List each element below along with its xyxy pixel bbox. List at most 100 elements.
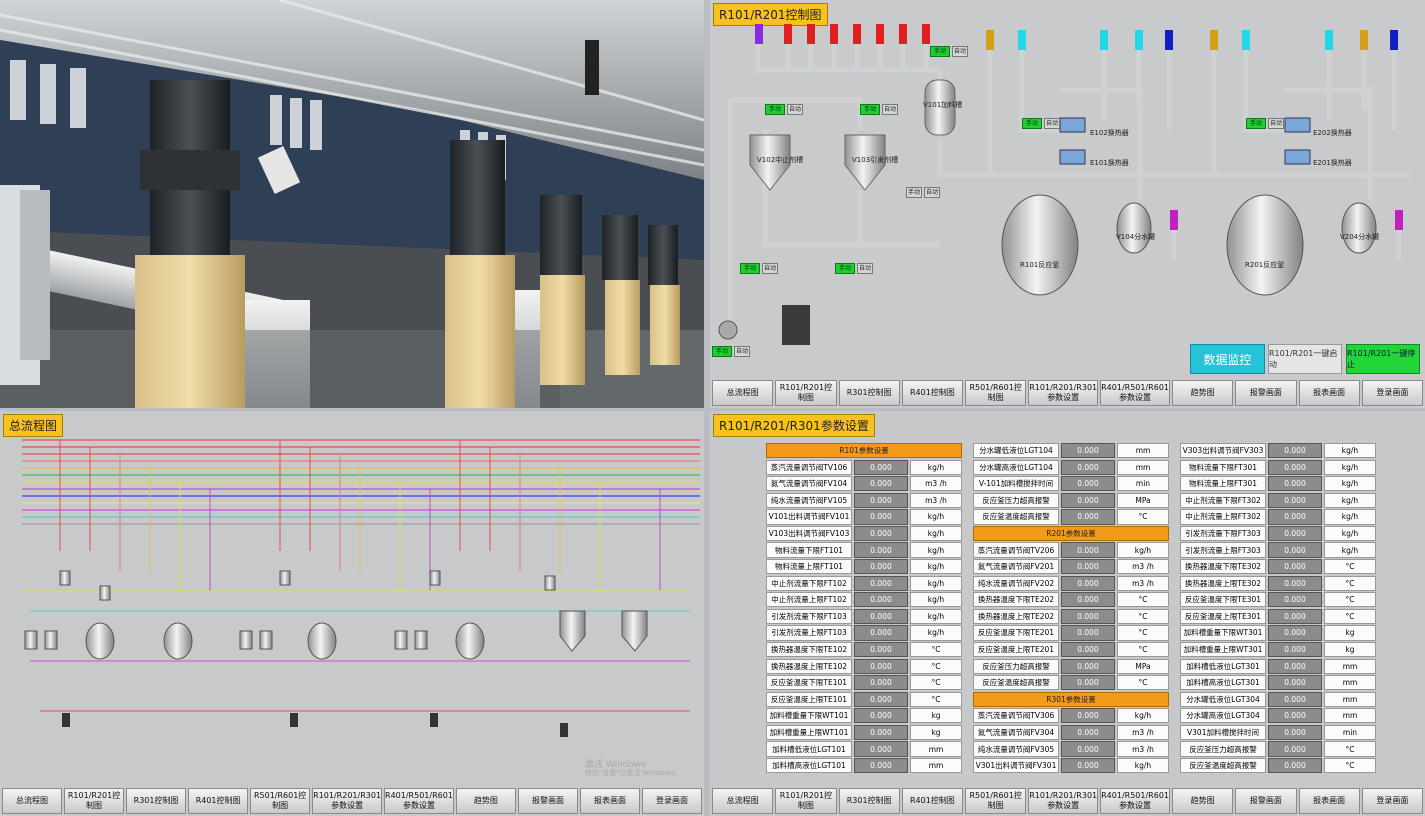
nav-login[interactable]: 登录画面 [642,788,703,814]
nav-param-r101-r301[interactable]: R101/R201/R301 参数设置 [1028,788,1099,814]
param-value-input[interactable]: 0.000 [1061,509,1115,525]
hand-button[interactable]: 手动 [906,187,922,198]
param-value-input[interactable]: 0.000 [854,459,908,475]
auto-button[interactable]: 自动 [787,104,803,115]
nav-login[interactable]: 登录画面 [1361,380,1423,406]
auto-button[interactable]: 自动 [762,263,778,274]
hand-button[interactable]: 手动 [712,346,732,357]
param-value-input[interactable]: 0.000 [1061,675,1115,691]
nav-r101-r201-control[interactable]: R101/R201控制图 [64,788,125,814]
param-value-input[interactable]: 0.000 [854,575,908,591]
param-value-input[interactable]: 0.000 [1061,542,1115,558]
nav-alarm[interactable]: 报警画面 [517,788,578,814]
nav-param-r401-r601[interactable]: R401/R501/R601 参数设置 [1100,380,1170,406]
param-value-input[interactable]: 0.000 [854,741,908,757]
param-value-input[interactable]: 0.000 [854,509,908,525]
param-value-input[interactable]: 0.000 [854,492,908,508]
param-value-input[interactable]: 0.000 [1268,525,1322,542]
param-value-input[interactable]: 0.000 [854,542,908,558]
auto-button[interactable]: 自动 [1044,118,1060,129]
param-value-input[interactable]: 0.000 [1268,592,1322,608]
param-value-input[interactable]: 0.000 [1061,459,1115,475]
nav-r101-r201-control[interactable]: R101/R201控制图 [775,380,837,406]
param-value-input[interactable]: 0.000 [1061,492,1115,508]
one-key-stop-button[interactable]: R101/R201一键停止 [1346,344,1420,374]
hand-button[interactable]: 手动 [740,263,760,274]
param-value-input[interactable]: 0.000 [1268,658,1322,674]
param-value-input[interactable]: 0.000 [1061,724,1115,741]
auto-button[interactable]: 自动 [734,346,750,357]
param-value-input[interactable]: 0.000 [854,592,908,608]
param-value-input[interactable]: 0.000 [1061,741,1115,757]
one-key-start-button[interactable]: R101/R201一键启动 [1268,344,1342,374]
nav-login[interactable]: 登录画面 [1361,788,1423,814]
nav-r401-control[interactable]: R401控制图 [188,788,249,814]
nav-r501-r601-control[interactable]: R501/R601控制图 [965,788,1027,814]
param-value-input[interactable]: 0.000 [854,708,908,724]
param-value-input[interactable]: 0.000 [1268,443,1322,459]
param-value-input[interactable]: 0.000 [1268,575,1322,591]
auto-button[interactable]: 自动 [882,104,898,115]
param-value-input[interactable]: 0.000 [1061,575,1115,591]
hand-button[interactable]: 手动 [930,46,950,57]
param-value-input[interactable]: 0.000 [1061,757,1115,774]
nav-trend[interactable]: 趋势图 [1172,380,1234,406]
param-value-input[interactable]: 0.000 [1268,509,1322,525]
hand-button[interactable]: 手动 [1246,118,1266,129]
param-value-input[interactable]: 0.000 [1268,625,1322,641]
param-value-input[interactable]: 0.000 [1061,592,1115,608]
param-value-input[interactable]: 0.000 [1268,708,1322,724]
param-value-input[interactable]: 0.000 [1268,476,1322,492]
param-value-input[interactable]: 0.000 [1061,476,1115,492]
param-value-input[interactable]: 0.000 [854,476,908,492]
nav-trend[interactable]: 趋势图 [455,788,516,814]
param-value-input[interactable]: 0.000 [1268,608,1322,624]
param-value-input[interactable]: 0.000 [1268,741,1322,757]
param-value-input[interactable]: 0.000 [854,608,908,624]
nav-r501-r601-control[interactable]: R501/R601控制图 [250,788,311,814]
param-value-input[interactable]: 0.000 [854,757,908,774]
param-value-input[interactable]: 0.000 [1061,708,1115,724]
nav-r401-control[interactable]: R401控制图 [901,788,963,814]
nav-param-r401-r601[interactable]: R401/R501/R601 参数设置 [384,788,454,814]
param-value-input[interactable]: 0.000 [854,625,908,641]
nav-r401-control[interactable]: R401控制图 [901,380,963,406]
param-value-input[interactable]: 0.000 [854,641,908,658]
nav-param-r101-r301[interactable]: R101/R201/R301 参数设置 [1028,380,1099,406]
auto-button[interactable]: 自动 [952,46,968,57]
hand-button[interactable]: 手动 [765,104,785,115]
auto-button[interactable]: 自动 [857,263,873,274]
nav-param-r101-r301[interactable]: R101/R201/R301 参数设置 [312,788,383,814]
param-value-input[interactable]: 0.000 [854,658,908,674]
hand-button[interactable]: 手动 [1022,118,1042,129]
param-value-input[interactable]: 0.000 [1061,641,1115,658]
param-value-input[interactable]: 0.000 [1268,641,1322,658]
nav-trend[interactable]: 趋势图 [1172,788,1234,814]
nav-r301-control[interactable]: R301控制图 [838,380,900,406]
param-value-input[interactable]: 0.000 [1268,542,1322,558]
param-value-input[interactable]: 0.000 [1061,625,1115,641]
param-value-input[interactable]: 0.000 [854,675,908,691]
param-value-input[interactable]: 0.000 [1061,608,1115,624]
nav-alarm[interactable]: 报警画面 [1235,380,1297,406]
nav-r301-control[interactable]: R301控制图 [838,788,900,814]
nav-r301-control[interactable]: R301控制图 [126,788,187,814]
param-value-input[interactable]: 0.000 [1268,559,1322,575]
param-value-input[interactable]: 0.000 [1268,675,1322,691]
nav-report[interactable]: 报表画面 [1298,380,1360,406]
nav-r101-r201-control[interactable]: R101/R201控制图 [775,788,837,814]
nav-overview[interactable]: 总流程图 [2,788,63,814]
hand-button[interactable]: 手动 [860,104,880,115]
param-value-input[interactable]: 0.000 [1061,658,1115,674]
param-value-input[interactable]: 0.000 [1268,724,1322,741]
param-value-input[interactable]: 0.000 [1268,691,1322,707]
nav-overview[interactable]: 总流程图 [712,380,774,406]
param-value-input[interactable]: 0.000 [1268,459,1322,475]
nav-alarm[interactable]: 报警画面 [1235,788,1297,814]
auto-button[interactable]: 自动 [924,187,940,198]
param-value-input[interactable]: 0.000 [1061,443,1115,459]
auto-button[interactable]: 自动 [1268,118,1284,129]
nav-r501-r601-control[interactable]: R501/R601控制图 [965,380,1027,406]
hand-button[interactable]: 手动 [835,263,855,274]
param-value-input[interactable]: 0.000 [854,724,908,741]
